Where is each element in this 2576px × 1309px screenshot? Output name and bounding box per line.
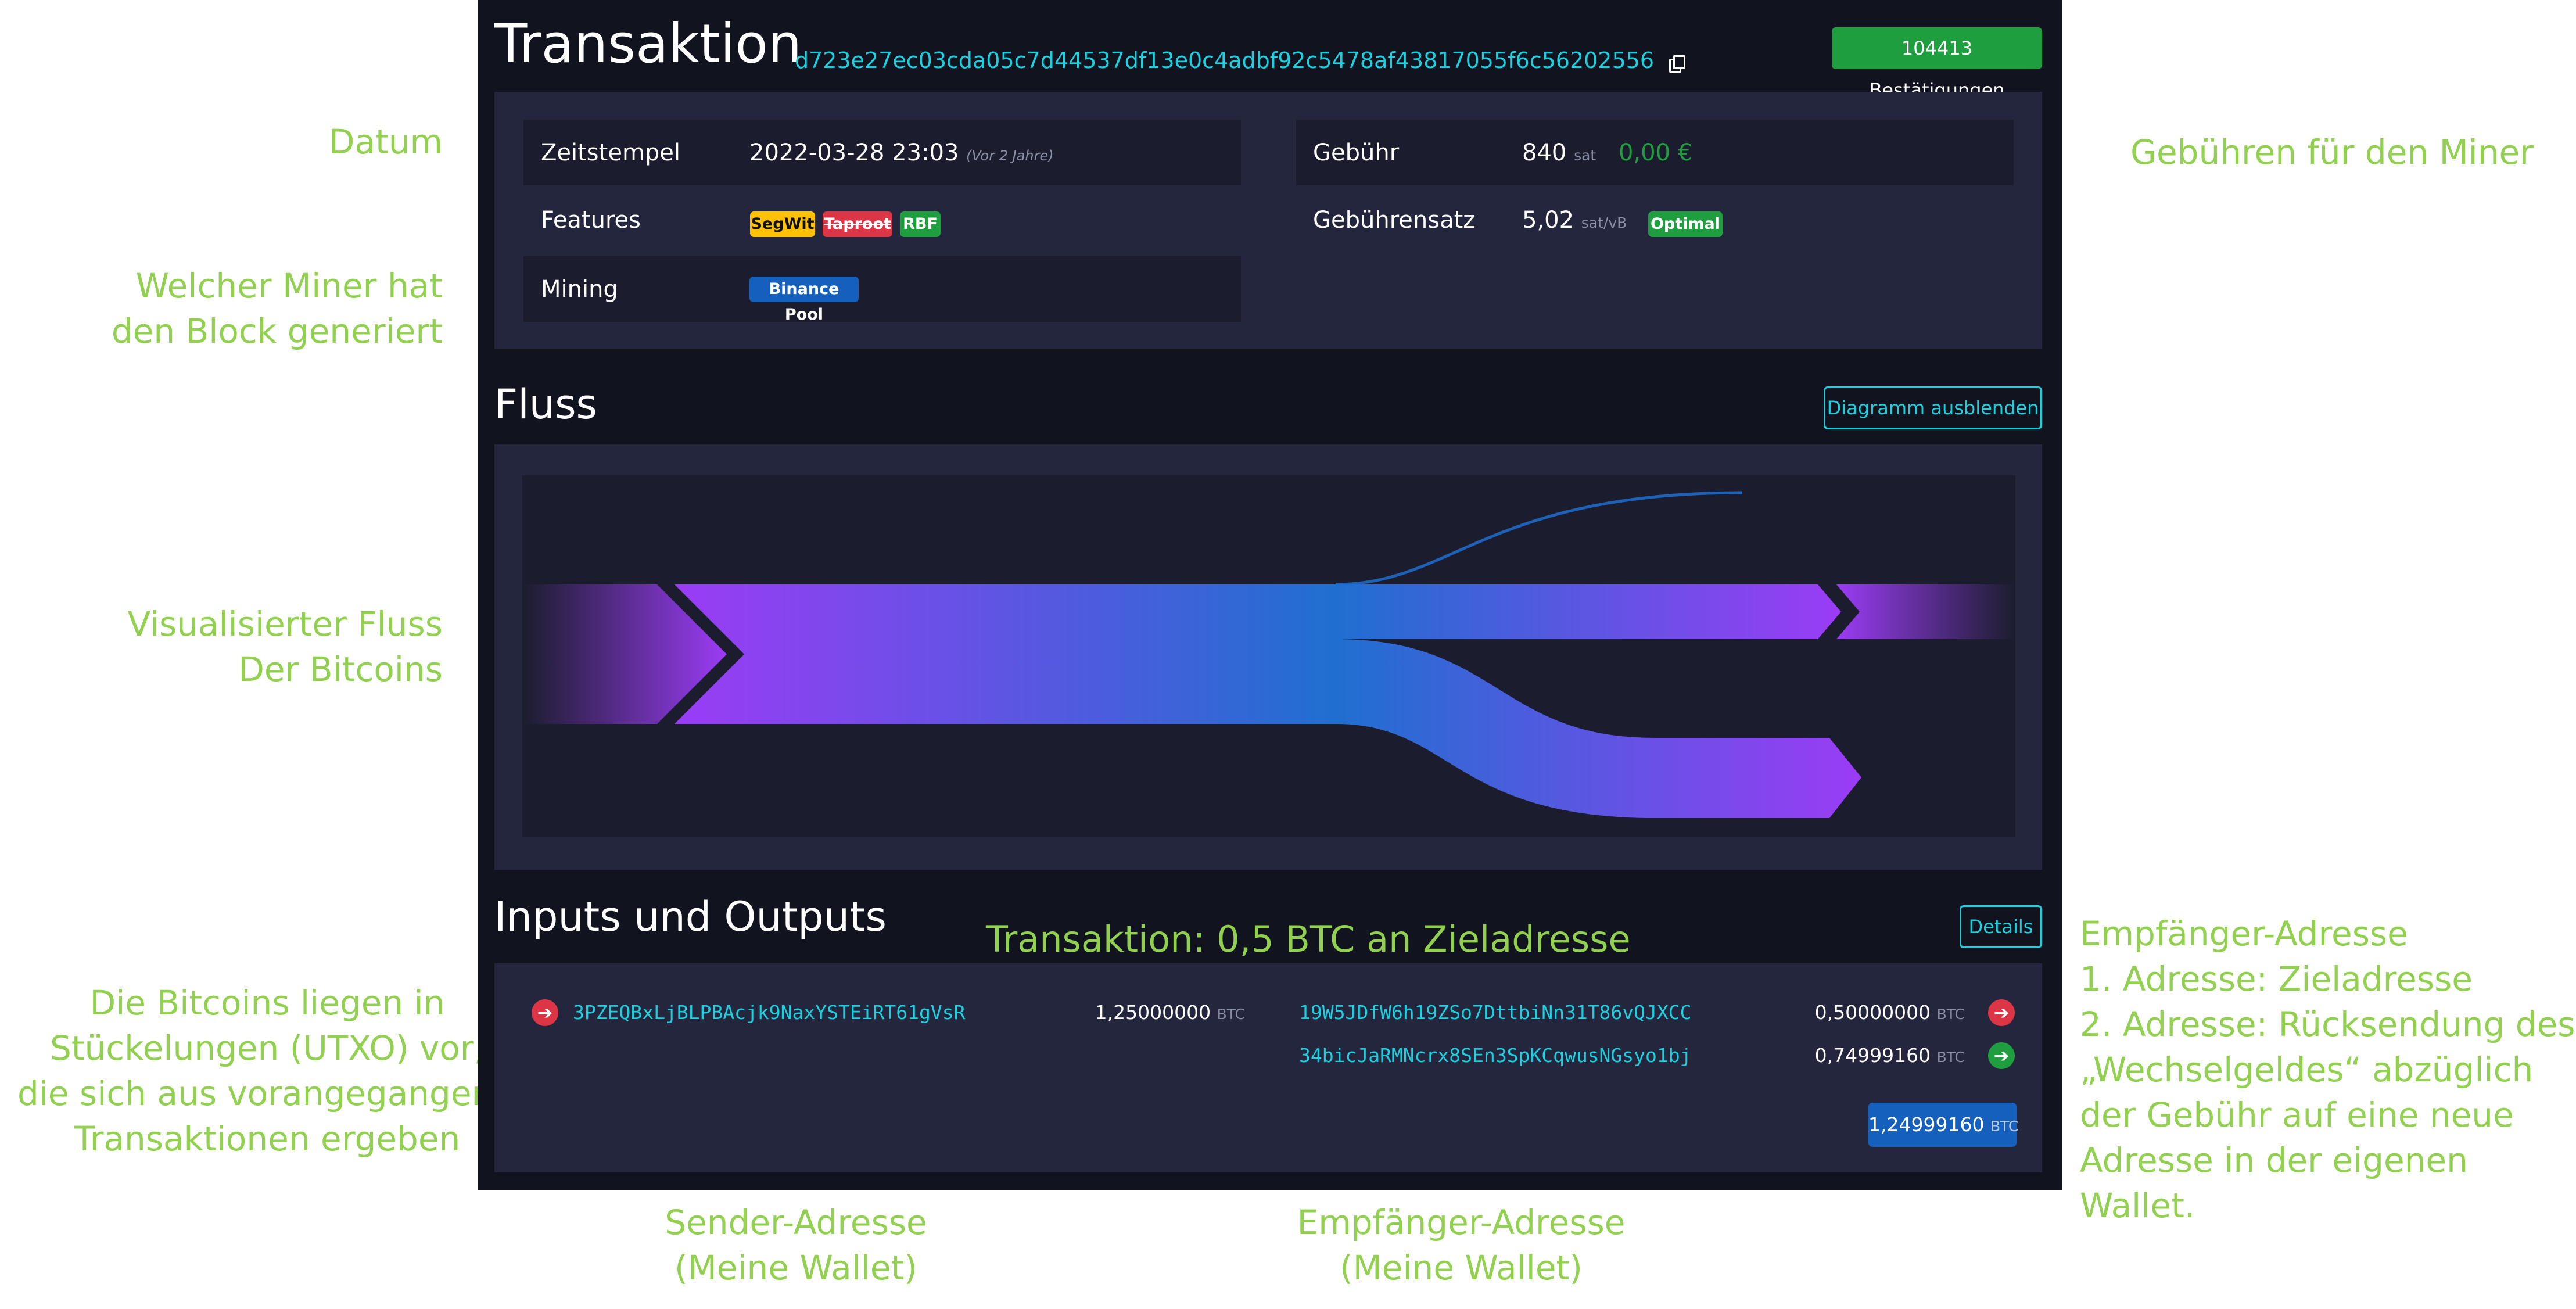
annotation-utxo-line4: Transaktionen ergeben (74, 1119, 461, 1159)
io-title: Inputs und Outputs (494, 893, 887, 941)
annotation-empf-right-line1: Empfänger-Adresse (2080, 914, 2408, 953)
flow-output-1 (1336, 584, 1841, 639)
fee-row: Gebühr 840 sat 0,00 € (1296, 120, 2014, 185)
flow-box (494, 444, 2042, 870)
timestamp-date: 2022-03-28 23:03 (749, 139, 959, 166)
annotation-utxo-line2: Stückelungen (UTXO) vor, (49, 1028, 485, 1068)
output-amount-2: 0,74999160 BTC (1815, 1044, 1965, 1067)
details-box: Zeitstempel 2022-03-28 23:03 (Vor 2 Jahr… (494, 92, 2042, 349)
annotation-empf-right-line4: „Wechselgeldes“ abzüglich (2080, 1050, 2534, 1089)
feerate-optimal-badge: Optimal (1648, 211, 1723, 237)
annotation-empf-right-line7: Wallet. (2080, 1186, 2195, 1225)
output-amount-1-value: 0,50000000 (1814, 1001, 1931, 1024)
timestamp-value: 2022-03-28 23:03 (Vor 2 Jahre) (749, 139, 1054, 166)
annotation-empf-right-line5: der Gebühr auf eine neue (2080, 1095, 2514, 1135)
flow-output-1-tail (1836, 584, 2015, 639)
feerate-unit: sat/vB (1581, 214, 1627, 231)
details-button[interactable]: Details (1960, 905, 2042, 948)
timestamp-row: Zeitstempel 2022-03-28 23:03 (Vor 2 Jahr… (523, 120, 1241, 185)
feature-rbf-badge: RBF (900, 211, 941, 237)
mining-label: Mining (541, 276, 618, 303)
fee-unit: sat (1574, 147, 1596, 164)
feature-segwit-badge: SegWit (750, 211, 815, 237)
annotation-empfaenger-right: Empfänger-Adresse 1. Adresse: Zieladress… (2080, 911, 2575, 1228)
total-amount-badge: 1,24999160 BTC (1868, 1103, 2019, 1147)
annotation-fluss-line2: Der Bitcoins (238, 650, 443, 689)
io-box: ➔ 3PZEQBxLjBLPBAcjk9NaxYSTEiRT61gVsR 1,2… (494, 963, 2042, 1172)
annotation-utxo-line3: die sich aus vorangegangenen (17, 1074, 535, 1113)
annotation-transaktion: Transaktion: 0,5 BTC an Zieladresse (986, 918, 1631, 960)
input-amount: 1,25000000 BTC (1095, 1001, 1245, 1024)
annotation-empf-bottom-line2: (Meine Wallet) (1340, 1248, 1583, 1288)
annotation-fluss-line1: Visualisierter Fluss (127, 604, 443, 644)
page-title: Transaktion (494, 13, 802, 75)
flow-title: Fluss (494, 381, 598, 428)
flow-diagram (522, 475, 2015, 837)
timestamp-label: Zeitstempel (541, 139, 681, 166)
hide-diagram-button[interactable]: Diagramm ausblenden (1824, 386, 2042, 429)
annotation-empf-bottom-line1: Empfänger-Adresse (1297, 1203, 1626, 1242)
annotation-empf-right-line2: 1. Adresse: Zieladresse (2080, 959, 2473, 999)
output-amount-2-unit: BTC (1936, 1049, 1965, 1066)
annotation-empf-right-line3: 2. Adresse: Rücksendung des (2080, 1005, 2575, 1044)
confirmations-badge: 104413 Bestätigungen (1832, 27, 2042, 101)
output-amount-1-unit: BTC (1936, 1006, 1965, 1023)
annotation-utxo: Die Bitcoins liegen in Stückelungen (UTX… (17, 980, 535, 1161)
fee-sat: 840 (1522, 139, 1567, 166)
total-amount-unit: BTC (1990, 1118, 2019, 1135)
txid-link[interactable]: d723e27ec03cda05c7d44537df13e0c4adbf92c5… (795, 48, 1686, 73)
annotation-miner: Welcher Miner hat den Block generiert (112, 263, 443, 354)
input-amount-value: 1,25000000 (1095, 1001, 1211, 1024)
output-address-2[interactable]: 34bicJaRMNcrx8SEn3SpKCqwusNGsyo1bj (1299, 1044, 1692, 1067)
annotation-utxo-line1: Die Bitcoins liegen in (89, 983, 445, 1023)
annotation-miner-line1: Welcher Miner hat (135, 266, 443, 306)
annotation-miner-line2: den Block generiert (111, 311, 443, 351)
annotation-empfaenger-bottom: Empfänger-Adresse (Meine Wallet) (1258, 1200, 1664, 1290)
annotation-gebuehren: Gebühren für den Miner (2130, 132, 2534, 172)
fee-value: 840 sat 0,00 € (1522, 139, 1692, 166)
total-amount-value: 1,24999160 (1868, 1113, 1985, 1136)
output-amount-1: 0,50000000 BTC (1815, 1001, 1965, 1024)
fee-eur: 0,00 € (1618, 139, 1693, 166)
annotation-empf-right-line6: Adresse in der eigenen (2080, 1141, 2468, 1180)
fee-label: Gebühr (1313, 139, 1400, 166)
copy-icon[interactable] (1669, 55, 1686, 73)
output-1-arrow-icon[interactable]: ➔ (1988, 999, 2015, 1026)
feerate-number: 5,02 (1522, 207, 1574, 234)
feerate-value: 5,02 sat/vB (1522, 207, 1627, 234)
timestamp-relative: (Vor 2 Jahre) (966, 148, 1054, 164)
annotation-datum: Datum (328, 122, 443, 162)
flow-main-band (675, 584, 1336, 724)
feerate-label: Gebührensatz (1313, 207, 1476, 234)
mining-pool-badge[interactable]: Binance Pool (749, 277, 859, 324)
features-label: Features (541, 207, 641, 234)
transaction-panel: Transaktion d723e27ec03cda05c7d44537df13… (478, 0, 2062, 1190)
annotation-fluss: Visualisierter Fluss Der Bitcoins (127, 601, 443, 692)
output-2-arrow-icon[interactable]: ➔ (1988, 1042, 2015, 1069)
output-amount-2-value: 0,74999160 (1814, 1044, 1931, 1067)
annotation-sender-line1: Sender-Adresse (665, 1203, 927, 1242)
input-arrow-icon[interactable]: ➔ (532, 999, 558, 1026)
output-address-1[interactable]: 19W5JDfW6h19ZSo7DttbiNn31T86vQJXCC (1299, 1001, 1692, 1024)
mining-row: Mining Binance Pool (523, 256, 1241, 324)
feature-taproot-badge: Taproot (823, 211, 892, 237)
annotation-sender-line2: (Meine Wallet) (675, 1248, 917, 1288)
txid-text[interactable]: d723e27ec03cda05c7d44537df13e0c4adbf92c5… (795, 48, 1654, 73)
input-address[interactable]: 3PZEQBxLjBLPBAcjk9NaxYSTEiRT61gVsR (573, 1001, 966, 1024)
annotation-sender: Sender-Adresse (Meine Wallet) (593, 1200, 999, 1290)
input-amount-unit: BTC (1217, 1006, 1245, 1023)
